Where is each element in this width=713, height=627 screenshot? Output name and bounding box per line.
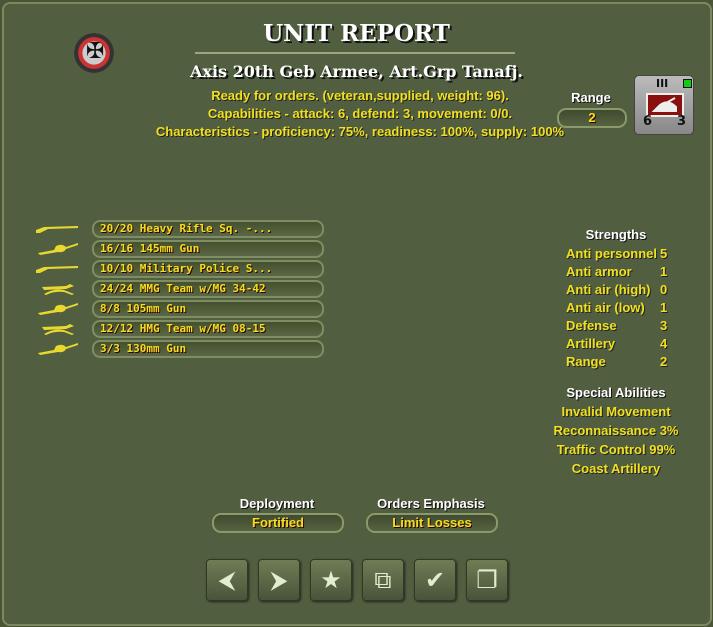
deployment-label: Deployment (239, 496, 315, 511)
counter-attack: 6 (643, 114, 653, 129)
windows-button[interactable]: ❐ (466, 559, 508, 601)
strength-value: 2 (660, 354, 668, 369)
unit-name: Axis 20th Geb Armee, Art.Grp Tanafj. (190, 62, 523, 81)
counter-defend: 3 (677, 114, 687, 129)
gun-icon (34, 301, 80, 315)
range-value: 2 (557, 108, 627, 128)
strength-value: 5 (660, 246, 668, 261)
rifle-icon (34, 261, 80, 275)
machine-gun-icon (34, 281, 80, 295)
strength-row: Artillery 4 (566, 336, 671, 351)
ability-item: Invalid Movement (561, 404, 671, 419)
strength-row: Anti personnel 5 (566, 246, 671, 261)
ok-button[interactable]: ✔ (414, 559, 456, 601)
ability-item: Traffic Control 99% (556, 442, 676, 457)
envelope-back-icon: ⮜ (218, 566, 236, 594)
rifle-icon (34, 221, 80, 235)
status-text: Ready for orders. (veteran,supplied, wei… (211, 88, 509, 103)
strength-label: Artillery (566, 336, 616, 351)
gun-icon (34, 341, 80, 355)
machine-gun-icon (34, 321, 80, 335)
strengths-title: Strengths (585, 227, 647, 242)
org-chart-icon: ⧉ (374, 566, 392, 594)
strength-row: Defense 3 (566, 318, 671, 333)
unit-item[interactable]: 3/3 130mm Gun (92, 340, 324, 358)
strength-value: 3 (660, 318, 668, 333)
unit-item[interactable]: 16/16 145mm Gun (92, 240, 324, 258)
strength-label: Anti air (low) (566, 300, 645, 315)
characteristics-text: Characteristics - proficiency: 75%, read… (155, 124, 565, 139)
special-abilities-title: Special Abilities (566, 385, 666, 400)
strength-value: 4 (660, 336, 668, 351)
envelope-forward-icon: ⮞ (270, 566, 288, 594)
unit-item[interactable]: 20/20 Heavy Rifle Sq. -... (92, 220, 324, 238)
strength-row: Anti air (low) 1 (566, 300, 671, 315)
orders-emphasis-select[interactable]: Limit Losses (366, 513, 498, 533)
strength-value: 1 (660, 300, 668, 315)
unit-item[interactable]: 24/24 MMG Team w/MG 34-42 (92, 280, 324, 298)
unit-item[interactable]: 8/8 105mm Gun (92, 300, 324, 318)
strength-row: Anti armor 1 (566, 264, 671, 279)
strength-row: Anti air (high) 0 (566, 282, 671, 297)
strength-label: Anti armor (566, 264, 632, 279)
unit-item[interactable]: 10/10 Military Police S... (92, 260, 324, 278)
orders-emphasis-label: Orders Emphasis (377, 496, 485, 511)
strength-label: Defense (566, 318, 617, 333)
hierarchy-button[interactable]: ⧉ (362, 559, 404, 601)
strength-label: Range (566, 354, 606, 369)
divider (195, 52, 515, 54)
unit-item[interactable]: 12/12 HMG Team w/MG 08-15 (92, 320, 324, 338)
range-label: Range (571, 90, 611, 105)
gun-icon (34, 241, 80, 255)
status-light-icon (683, 79, 692, 88)
checkmark-icon: ✔ (424, 566, 446, 594)
deployment-select[interactable]: Fortified (212, 513, 344, 533)
unit-counter[interactable]: III 6 3 (634, 75, 694, 135)
ability-item: Coast Artillery (571, 461, 661, 476)
unit-size: III (656, 77, 669, 90)
previous-unit-button[interactable]: ⮜ (206, 559, 248, 601)
strength-row: Range 2 (566, 354, 671, 369)
leader-button[interactable]: ★ (310, 559, 352, 601)
strength-value: 0 (660, 282, 668, 297)
star-icon: ★ (320, 566, 342, 594)
capabilities-text: Capabilities - attack: 6, defend: 3, mov… (207, 106, 513, 121)
page-title: UNIT REPORT (263, 20, 450, 47)
strength-value: 1 (660, 264, 668, 279)
overlapping-squares-icon: ❐ (476, 566, 498, 594)
strength-label: Anti personnel (566, 246, 658, 261)
next-unit-button[interactable]: ⮞ (258, 559, 300, 601)
strength-label: Anti air (high) (566, 282, 651, 297)
ability-item: Reconnaissance 3% (553, 423, 679, 438)
